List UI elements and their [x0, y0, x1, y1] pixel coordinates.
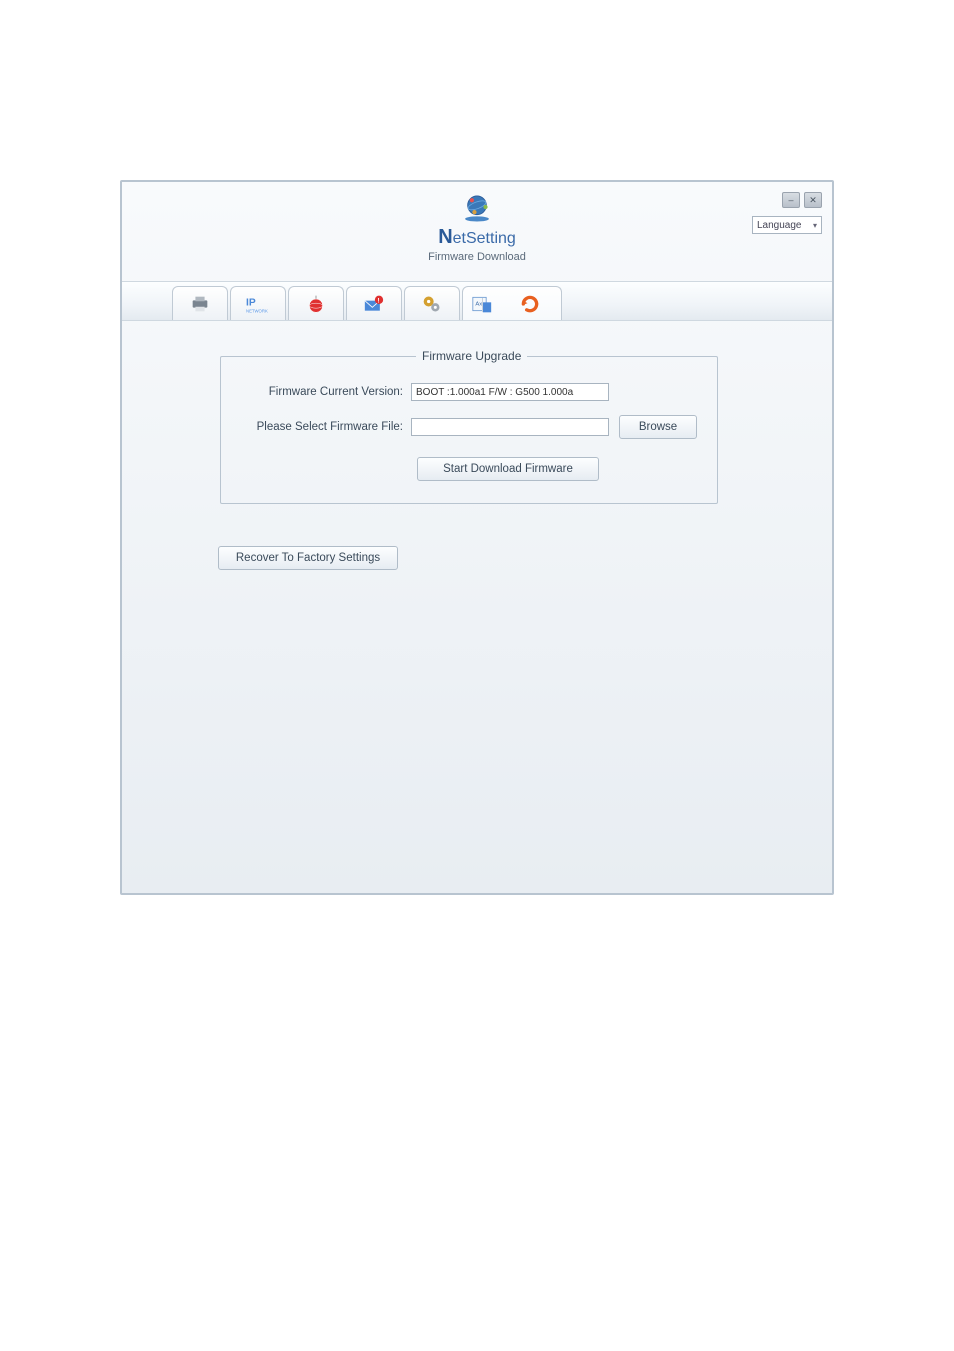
minimize-button[interactable]: – — [782, 192, 800, 208]
ip-network-icon: IPNETWORK — [246, 292, 270, 316]
tab-settings[interactable] — [404, 286, 460, 320]
svg-text:NETWORK: NETWORK — [246, 308, 268, 313]
language-label: Language — [757, 220, 802, 231]
app-logo-icon — [460, 190, 494, 224]
chevron-down-icon: ▾ — [813, 221, 817, 230]
terminal-file-icon: Axy — [470, 292, 494, 316]
close-icon: ✕ — [809, 195, 817, 206]
titlebar-controls: – ✕ — [782, 192, 822, 208]
tab-ip-network[interactable]: IPNETWORK — [230, 286, 286, 320]
header: NetSetting Firmware Download — [122, 182, 832, 263]
start-download-button[interactable]: Start Download Firmware — [417, 457, 599, 481]
browse-button[interactable]: Browse — [619, 415, 697, 439]
mail-alert-icon: ! — [362, 292, 386, 316]
firmware-file-input[interactable] — [411, 418, 609, 436]
printer-icon — [188, 292, 212, 316]
svg-text:!: ! — [377, 297, 379, 304]
firmware-upgrade-group: Firmware Upgrade Firmware Current Versio… — [220, 349, 718, 504]
gears-icon — [420, 292, 444, 316]
recover-factory-button[interactable]: Recover To Factory Settings — [218, 546, 398, 570]
current-version-value: BOOT :1.000a1 F/W : G500 1.000a — [411, 383, 609, 401]
app-window: – ✕ Language ▾ NetSetting Firmware Downl… — [120, 180, 834, 895]
minimize-icon: – — [788, 195, 793, 205]
select-file-label: Please Select Firmware File: — [241, 421, 411, 433]
refresh-arrow-icon — [518, 292, 542, 316]
current-version-label: Firmware Current Version: — [241, 386, 411, 398]
firmware-legend: Firmware Upgrade — [416, 349, 527, 363]
tab-printer[interactable] — [172, 286, 228, 320]
app-title: NetSetting — [122, 226, 832, 249]
tab-strip: IPNETWORK ! Axy — [122, 281, 832, 321]
language-dropdown[interactable]: Language ▾ — [752, 216, 822, 234]
globe-icon — [304, 292, 328, 316]
tab-mail-alert[interactable]: ! — [346, 286, 402, 320]
content-area: Firmware Upgrade Firmware Current Versio… — [122, 321, 832, 570]
svg-text:IP: IP — [246, 297, 256, 308]
tab-firmware[interactable]: Axy — [462, 286, 562, 320]
close-button[interactable]: ✕ — [804, 192, 822, 208]
page-subtitle: Firmware Download — [122, 251, 832, 263]
tab-globe[interactable] — [288, 286, 344, 320]
